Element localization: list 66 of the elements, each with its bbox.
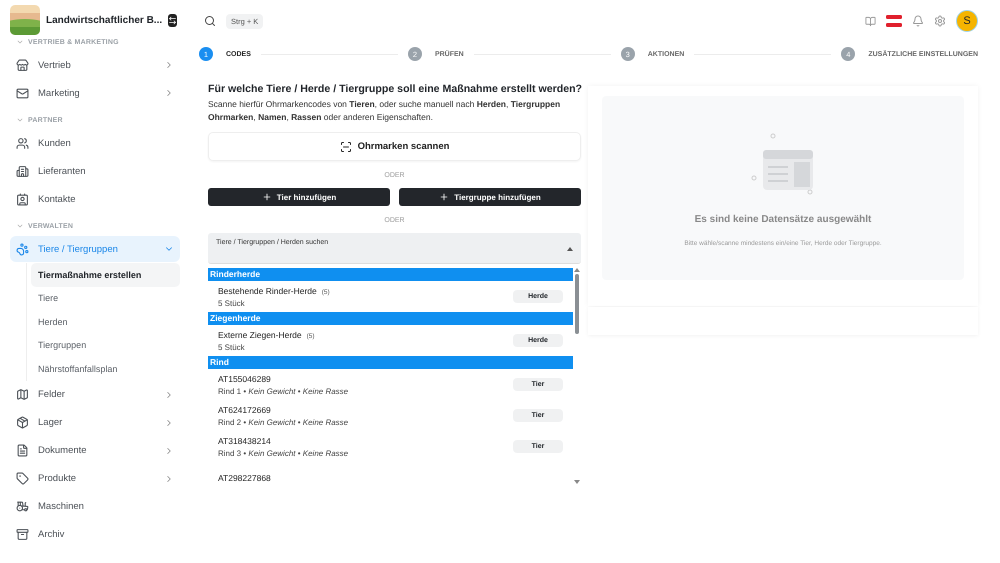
- archive-icon: [16, 528, 29, 541]
- company-name: Landwirtschaftlicher B...: [46, 14, 162, 26]
- swap-icon: [168, 16, 178, 24]
- search-icon: [204, 15, 216, 27]
- scroll-up-icon[interactable]: [574, 268, 580, 272]
- nav-subitem[interactable]: Nährstoffanfallsplan: [31, 357, 180, 380]
- map-icon: [16, 388, 29, 401]
- nav-subitem[interactable]: Tiermaßnahme erstellen: [31, 263, 180, 286]
- document-icon: [16, 444, 29, 457]
- nav-item[interactable]: Archiv: [10, 522, 180, 548]
- chevron-icon: [16, 116, 24, 124]
- add-button[interactable]: Tiergruppe hinzufügen: [399, 188, 581, 206]
- result-subtitle: 5 Stück: [218, 298, 246, 308]
- result-title[interactable]: AT298227868: [218, 472, 563, 482]
- envelope-icon: [16, 86, 29, 100]
- farm-logo: [10, 5, 40, 35]
- result-title[interactable]: AT318438214: [218, 436, 513, 446]
- caret-up-icon[interactable]: [567, 247, 573, 251]
- result-subtitle: Rind 3 • Kein Gewicht • Keine Rasse: [218, 448, 350, 458]
- box-icon: [16, 416, 29, 429]
- group-header: Ziegenherde: [208, 312, 573, 325]
- flag-icon[interactable]: [886, 15, 902, 27]
- nav-item[interactable]: Vertrieb: [10, 52, 180, 78]
- tag-icon: [16, 472, 29, 485]
- result-title[interactable]: AT624172669: [218, 404, 513, 414]
- nav-subitem[interactable]: Herden: [31, 310, 180, 334]
- scrollbar-thumb[interactable]: [575, 274, 579, 334]
- chevron-icon: [16, 38, 24, 46]
- plus-icon: [439, 192, 450, 202]
- nav-item[interactable]: Produkte: [10, 466, 180, 492]
- chevron-icon: [16, 222, 24, 230]
- store-icon: [16, 58, 29, 72]
- question-title: Für welche Tiere / Herde / Tiergruppe soll eine Maßnahme erstellt werden?: [208, 83, 582, 95]
- settings-icon: [934, 15, 946, 27]
- result-subtitle: Rind 2 • Kein Gewicht • Keine Rasse: [218, 418, 350, 426]
- scroll-down-icon[interactable]: [574, 480, 580, 484]
- address-book-icon: [16, 192, 29, 206]
- switch-button[interactable]: [168, 14, 178, 26]
- tractor-icon: [16, 500, 29, 513]
- nav-item[interactable]: Kunden: [10, 130, 180, 156]
- scan-button[interactable]: Ohrmarken scannen: [208, 132, 581, 161]
- paw-icon: [16, 242, 29, 256]
- scan-icon: [340, 140, 352, 152]
- nav-subitem[interactable]: Tiere: [31, 286, 180, 310]
- nav-item[interactable]: Marketing: [10, 80, 180, 106]
- nav-item[interactable]: Maschinen: [10, 494, 180, 520]
- empty-state-title: Es sind keine Datensätze ausgewählt: [694, 214, 872, 225]
- nav-item[interactable]: Lieferanten: [10, 158, 180, 184]
- question-description: Scanne hierfür Ohrmarkencodes von Tieren, oder suche manuell nach Herden, Tiergruppen Ohrmarken, Namen, Rassen oder anderen Eigenschaften.: [208, 98, 562, 124]
- building-icon: [16, 164, 29, 178]
- nav-item[interactable]: Lager: [10, 410, 180, 436]
- people-icon: [16, 136, 29, 150]
- add-button[interactable]: Tier hinzufügen: [208, 188, 390, 206]
- book-icon: [865, 16, 876, 26]
- nav-item[interactable]: Dokumente: [10, 438, 180, 464]
- bell-icon: [912, 15, 924, 27]
- nav-subitem[interactable]: Tiergruppen: [31, 334, 180, 357]
- user-avatar[interactable]: S: [956, 10, 978, 32]
- result-subtitle: 5 Stück: [218, 342, 246, 352]
- result-subtitle: Rind 1 • Kein Gewicht • Keine Rasse: [218, 386, 350, 396]
- nav-item[interactable]: Kontakte: [10, 186, 180, 212]
- group-header: Rinderherde: [208, 268, 573, 281]
- plus-icon: [262, 192, 272, 202]
- group-header: Rind: [208, 356, 573, 369]
- result-title[interactable]: AT155046289: [218, 374, 513, 384]
- nav-item[interactable]: Felder: [10, 382, 180, 408]
